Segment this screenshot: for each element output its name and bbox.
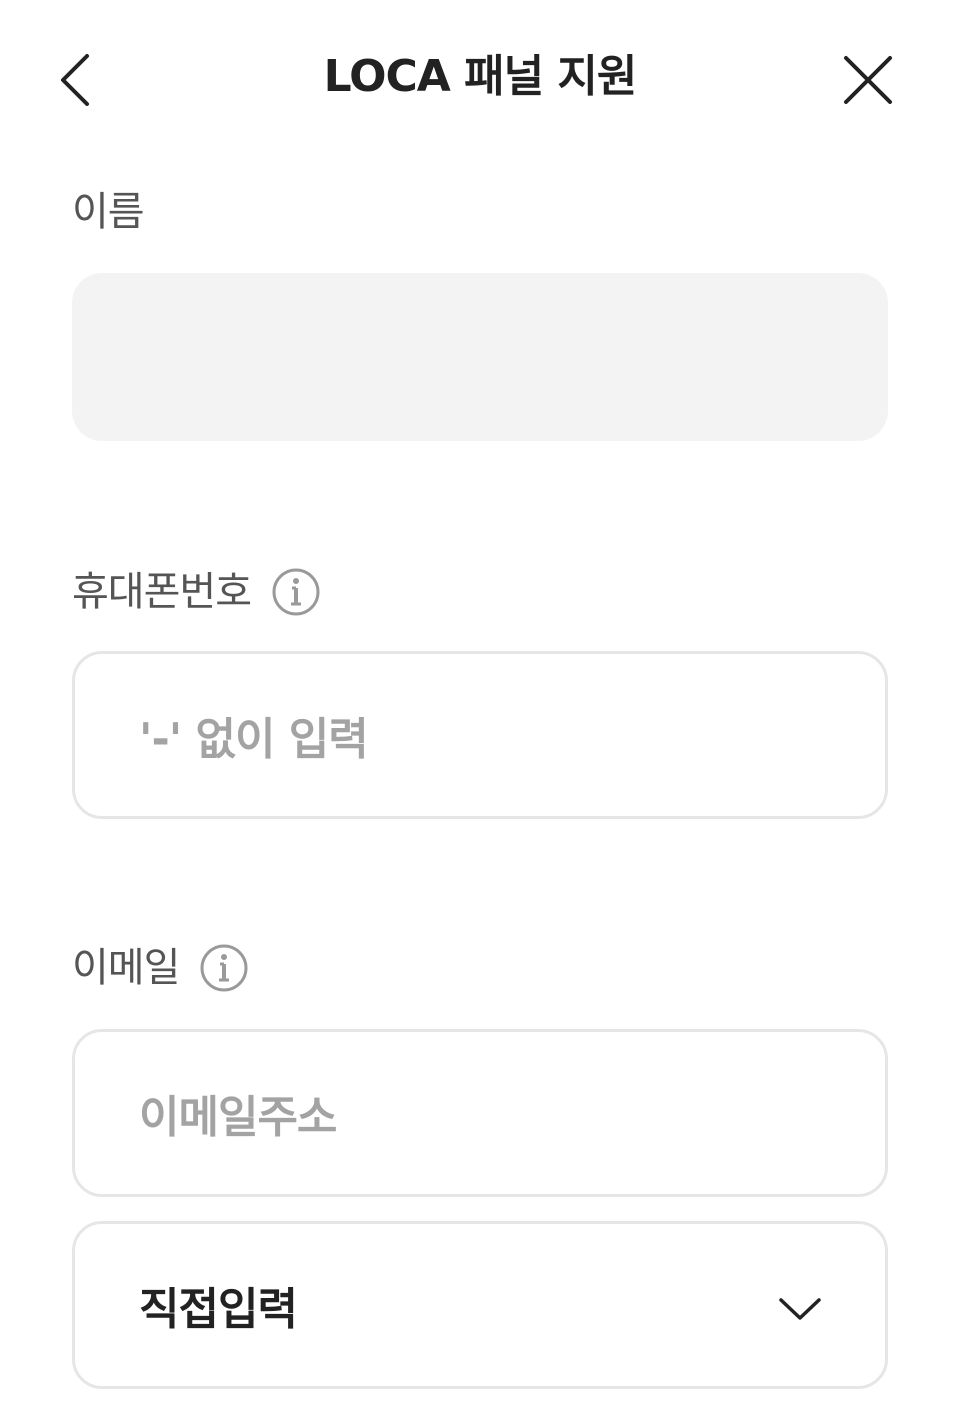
email-label-text: 이메일 bbox=[72, 945, 180, 991]
phone-info-icon[interactable] bbox=[271, 567, 321, 617]
page-title: LOCA 패널 지원 bbox=[323, 51, 638, 102]
name-label: 이름 bbox=[72, 182, 145, 242]
name-input[interactable] bbox=[72, 273, 888, 441]
chevron-down-icon bbox=[779, 1298, 821, 1320]
name-label-text: 이름 bbox=[72, 189, 145, 235]
close-icon bbox=[844, 56, 892, 104]
phone-label: 휴대폰번호 bbox=[72, 562, 321, 622]
header-bar: LOCA 패널 지원 bbox=[0, 0, 960, 150]
info-icon bbox=[200, 944, 248, 992]
phone-input[interactable]: '-' 없이 입력 bbox=[72, 651, 888, 819]
email-info-icon[interactable] bbox=[199, 943, 249, 993]
phone-label-text: 휴대폰번호 bbox=[72, 569, 252, 615]
close-button[interactable] bbox=[826, 42, 910, 118]
info-icon bbox=[272, 568, 320, 616]
email-input-placeholder: 이메일주소 bbox=[139, 1092, 337, 1143]
phone-input-placeholder: '-' 없이 입력 bbox=[139, 714, 369, 765]
email-domain-value: 직접입력 bbox=[139, 1284, 298, 1335]
email-domain-select[interactable]: 직접입력 bbox=[72, 1221, 888, 1389]
email-input[interactable]: 이메일주소 bbox=[72, 1029, 888, 1197]
email-label: 이메일 bbox=[72, 938, 249, 998]
